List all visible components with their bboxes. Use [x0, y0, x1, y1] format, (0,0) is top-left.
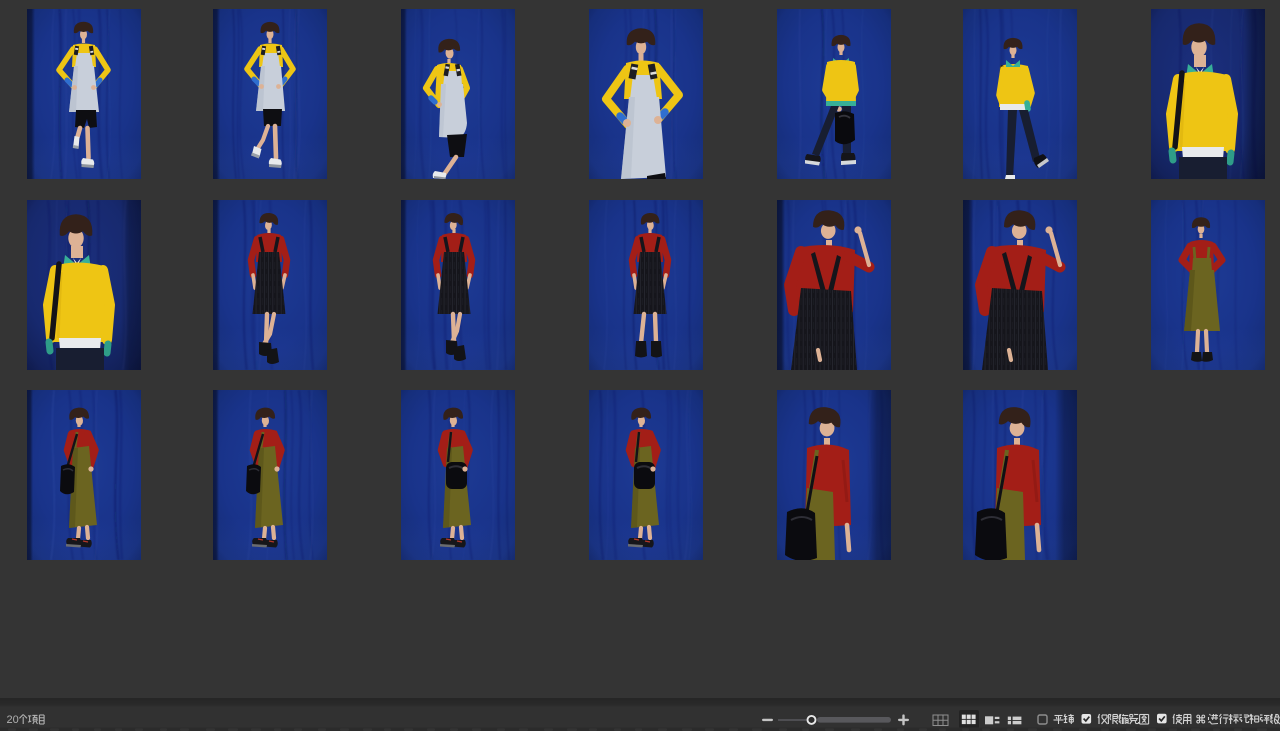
svg-text:20: 20	[7, 714, 19, 726]
